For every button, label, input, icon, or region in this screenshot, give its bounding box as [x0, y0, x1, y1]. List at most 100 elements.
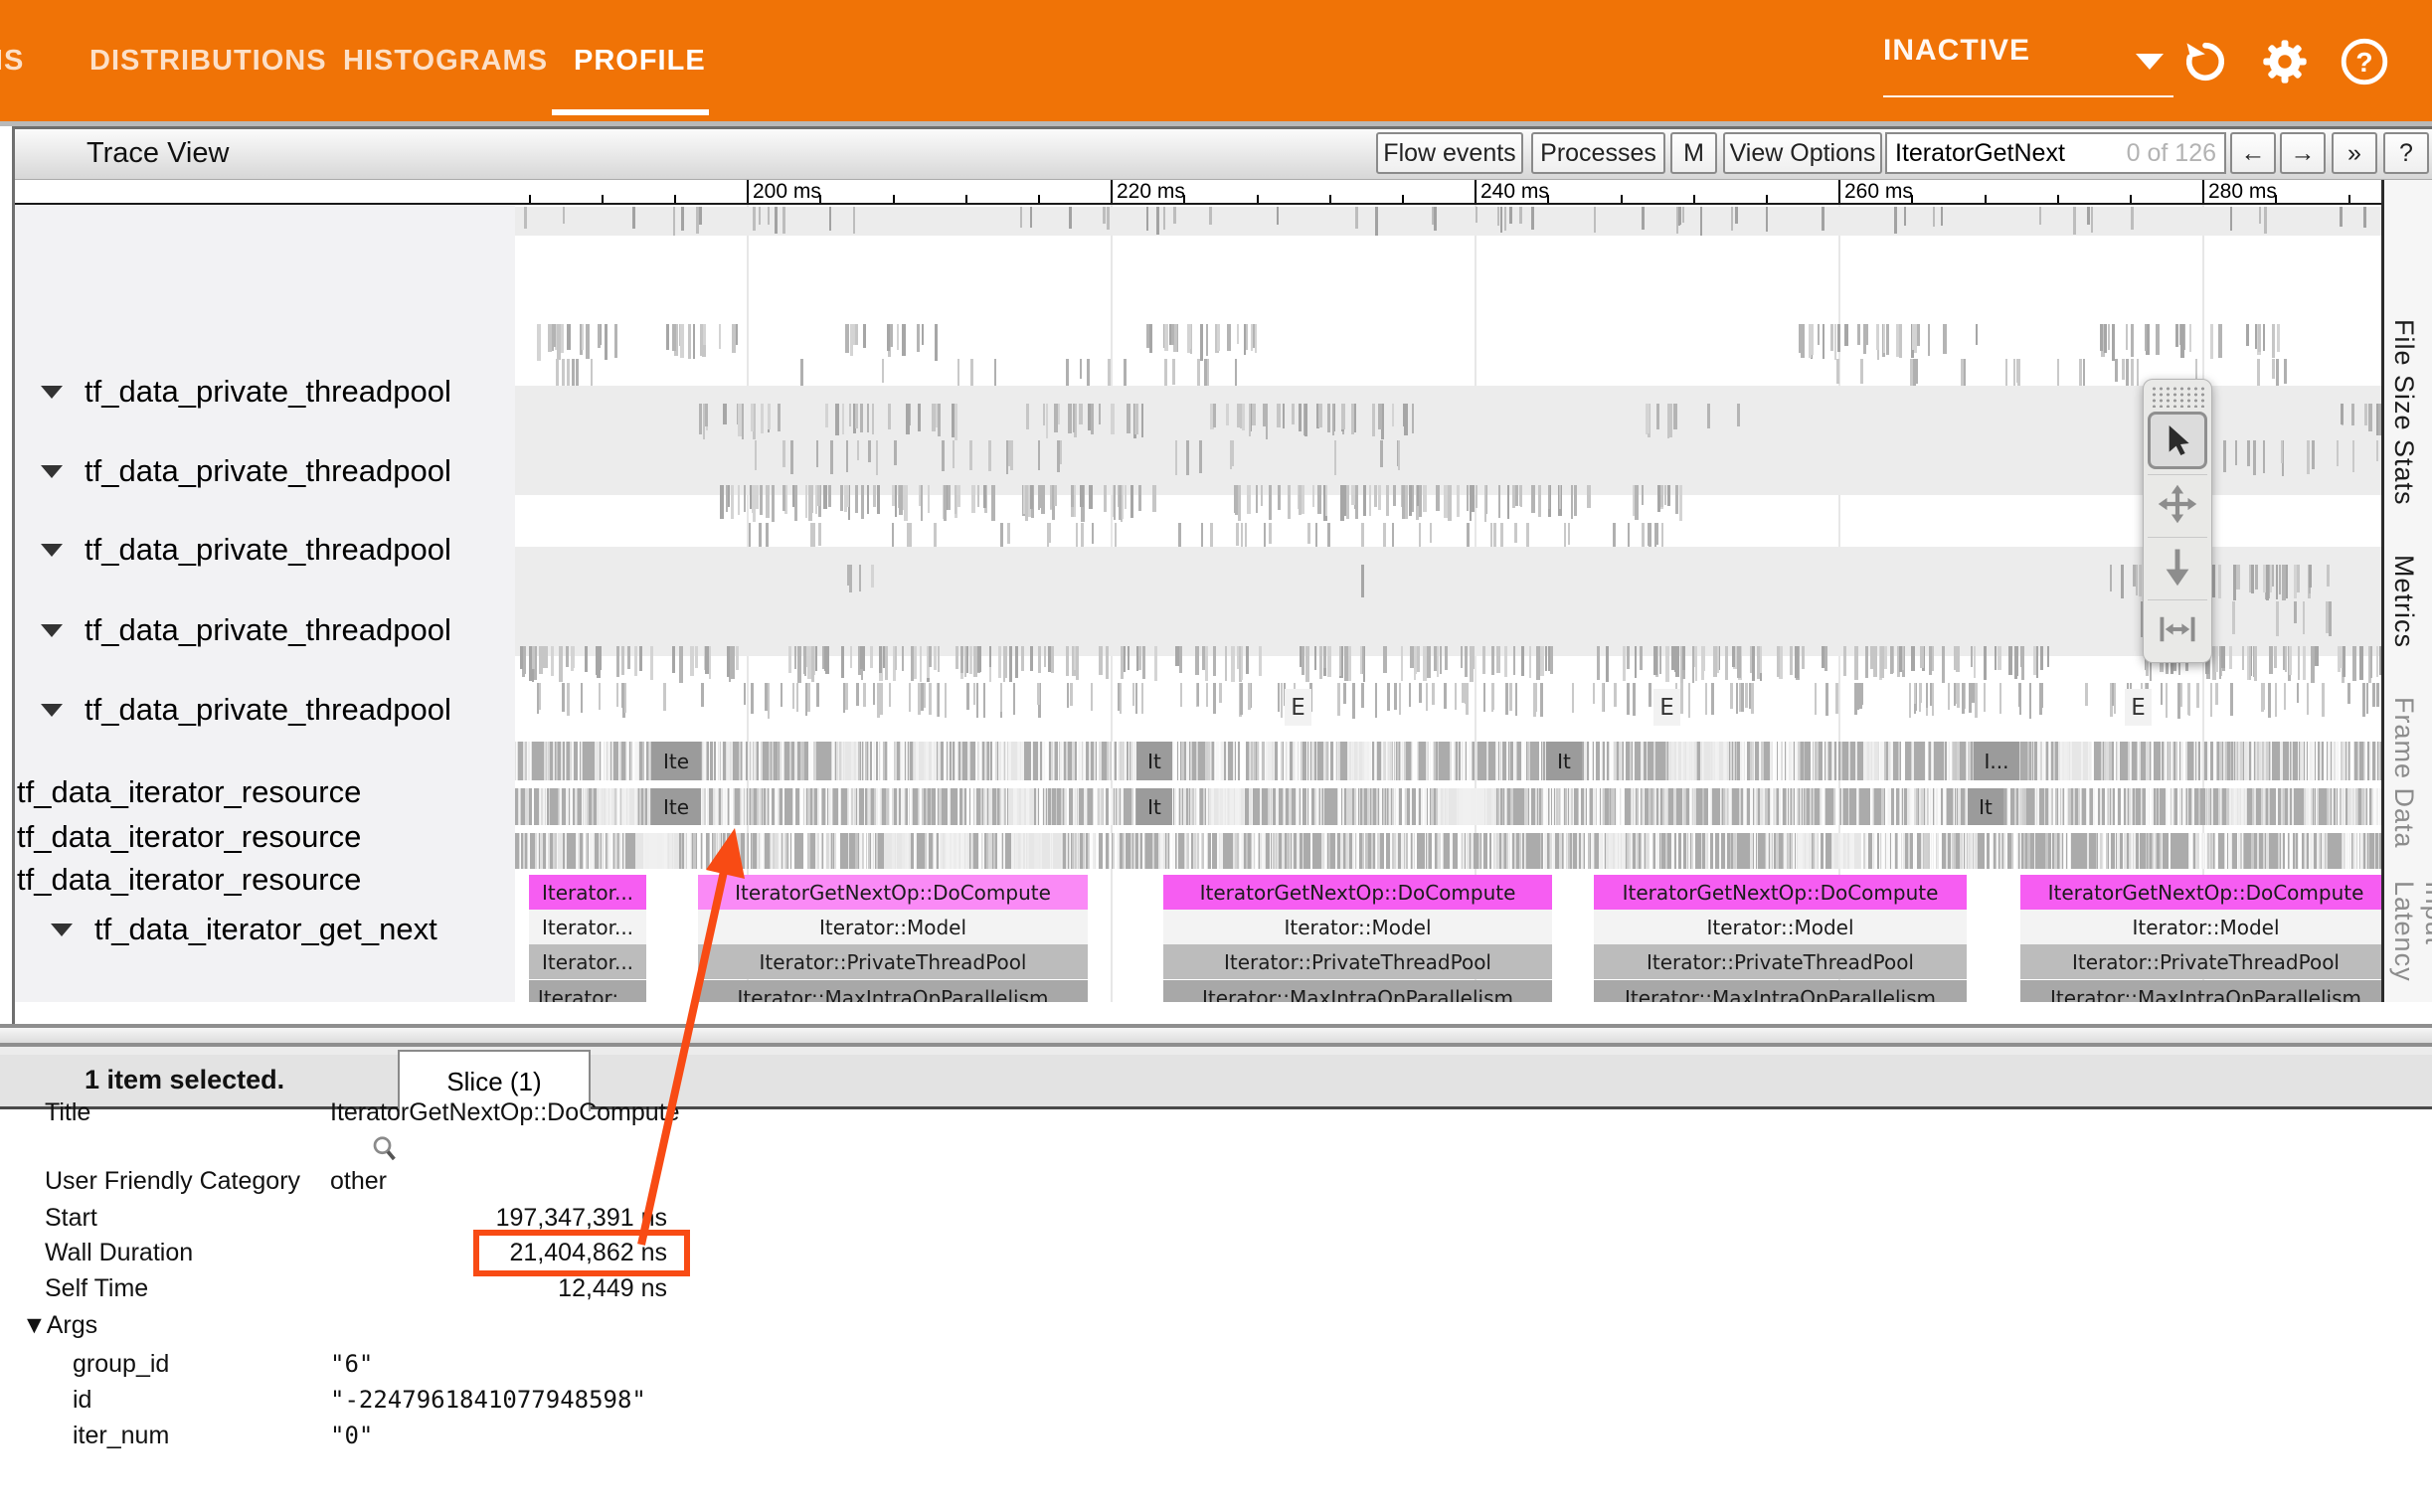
- toolbar-button-view-options[interactable]: View Options: [1723, 132, 1882, 174]
- chevron-down-icon[interactable]: [2136, 54, 2164, 70]
- slice-iterator-nested[interactable]: Iterator::PrivateThreadPool: [2020, 944, 2381, 979]
- collapse-arrow-icon[interactable]: [51, 924, 73, 936]
- trace-event-mark: [2280, 742, 2283, 780]
- slice-iterator-nested[interactable]: Iterator...: [529, 944, 646, 979]
- trace-event-mark: [1200, 324, 1203, 361]
- tab-distributions[interactable]: DISTRIBUTIONS: [89, 0, 327, 121]
- slice-label-chip[interactable]: It: [1136, 788, 1172, 825]
- async-event-badge[interactable]: E: [1285, 689, 1311, 726]
- trace-event-mark: [1437, 646, 1439, 677]
- trace-event-mark: [524, 207, 527, 229]
- gear-icon[interactable]: [2259, 36, 2311, 87]
- search-box[interactable]: IteratorGetNext 0 of 126: [1885, 132, 2226, 174]
- trace-event-mark: [1112, 788, 1114, 825]
- trace-event-mark: [1225, 646, 1228, 681]
- slice-iterator-nested[interactable]: Iterator::Model: [698, 910, 1088, 944]
- slice-label-chip[interactable]: Ite: [651, 742, 701, 780]
- slice-iterator-nested[interactable]: Iterator::MaxIntraOpParallelism: [2020, 980, 2381, 1002]
- slice-iterator-nested[interactable]: Iterator::Model: [2020, 910, 2381, 944]
- tab-profile[interactable]: PROFILE: [574, 0, 706, 121]
- trace-event-mark: [2196, 683, 2199, 708]
- trace-event-mark: [2131, 788, 2132, 825]
- trace-event-mark: [2316, 788, 2319, 825]
- slice-iterator-get-next-op[interactable]: IteratorGetNextOp::DoCompute: [1163, 875, 1552, 910]
- zoom-tool[interactable]: [2148, 537, 2207, 595]
- slice-iterator-nested[interactable]: Iterator::PrivateThreadPool: [698, 944, 1088, 979]
- side-tab-frame-data[interactable]: Frame Data: [2388, 697, 2419, 849]
- palette-grip[interactable]: [2151, 386, 2204, 408]
- slice-iterator-nested[interactable]: Iterator::Model: [1594, 910, 1967, 944]
- slice-label-chip[interactable]: It: [1136, 742, 1172, 780]
- slice-iterator-nested[interactable]: Iterator::MaxIntraOpParallelism: [1163, 980, 1552, 1002]
- toolbar-button-flow-events[interactable]: Flow events: [1376, 132, 1523, 174]
- toolbar-button-processes[interactable]: Processes: [1531, 132, 1665, 174]
- trace-canvas[interactable]: EEEIteItItI...IteItItIterator...Iterator…: [515, 205, 2381, 1002]
- slice-iterator-nested[interactable]: Iterator:...: [529, 980, 646, 1002]
- trace-event-mark: [2291, 742, 2293, 780]
- reload-icon[interactable]: [2179, 36, 2231, 87]
- collapse-arrow-icon[interactable]: [41, 386, 63, 399]
- side-tab-input-latency[interactable]: Input Latency: [2388, 881, 2432, 1002]
- find-prev-button[interactable]: ←: [2230, 132, 2276, 174]
- help-icon[interactable]: ?: [2339, 36, 2390, 87]
- shortcuts-help-button[interactable]: ?: [2383, 132, 2429, 174]
- slice-iterator-nested[interactable]: Iterator::MaxIntraOpParallelism: [698, 980, 1088, 1002]
- collapse-arrow-icon[interactable]: [41, 704, 63, 717]
- trace-event-mark: [1885, 788, 1886, 825]
- jump-button[interactable]: »: [2332, 132, 2377, 174]
- tab-graphs[interactable]: HS: [0, 0, 24, 121]
- slice-label-chip[interactable]: Ite: [651, 788, 701, 825]
- trace-event-mark: [1375, 207, 1378, 236]
- trace-event-mark: [1409, 683, 1412, 707]
- trace-event-mark: [545, 788, 546, 825]
- trace-event-mark: [1542, 742, 1543, 780]
- magnifier-icon[interactable]: [370, 1134, 400, 1164]
- trace-event-mark: [2312, 742, 2315, 780]
- async-event-badge[interactable]: E: [2125, 689, 2152, 726]
- trace-event-mark: [571, 788, 573, 825]
- trace-event-mark: [756, 485, 759, 509]
- find-next-button[interactable]: →: [2280, 132, 2326, 174]
- search-input[interactable]: IteratorGetNext: [1895, 139, 2065, 168]
- slice-iterator-nested[interactable]: Iterator...: [529, 910, 646, 944]
- slice-label-chip[interactable]: I...: [1974, 742, 2019, 780]
- slice-iterator-get-next-op[interactable]: IteratorGetNextOp::DoCompute: [2020, 875, 2381, 910]
- collapse-arrow-icon[interactable]: [41, 624, 63, 637]
- slice-label-chip[interactable]: It: [1546, 742, 1582, 780]
- args-header[interactable]: ▼Args: [22, 1311, 97, 1340]
- track-tf_data_iterator_resource-1: Ite It It I...: [515, 742, 2381, 780]
- collapse-arrow-icon[interactable]: [41, 544, 63, 557]
- slice-iterator-nested[interactable]: Iterator::Model: [1163, 910, 1552, 944]
- slice-iterator-nested[interactable]: Iterator::MaxIntraOpParallelism: [1594, 980, 1967, 1002]
- side-tab-metrics[interactable]: Metrics: [2388, 555, 2419, 648]
- async-event-badge[interactable]: E: [1653, 689, 1680, 726]
- slice-iterator-get-next-op[interactable]: IteratorGetNextOp::DoCompute: [698, 875, 1088, 910]
- trace-event-mark: [1736, 683, 1739, 714]
- selection-tool[interactable]: [2148, 412, 2207, 469]
- run-selector[interactable]: INACTIVE: [1883, 34, 2173, 89]
- slice-label-chip[interactable]: It: [1968, 788, 2003, 825]
- trace-event-mark: [1179, 742, 1180, 780]
- trace-event-mark: [1125, 485, 1127, 509]
- slice-iterator-get-next-op[interactable]: IteratorGetNextOp::DoCompute: [1594, 875, 1967, 910]
- collapse-arrow-icon[interactable]: [41, 465, 63, 478]
- toolbar-button-m[interactable]: M: [1670, 132, 1717, 174]
- trace-event-mark: [2297, 683, 2299, 703]
- slice-iterator-nested[interactable]: Iterator::PrivateThreadPool: [1594, 944, 1967, 979]
- trace-event-mark: [938, 742, 941, 780]
- trace-event-mark: [1835, 683, 1837, 714]
- slice-iterator-nested[interactable]: Iterator::PrivateThreadPool: [1163, 944, 1552, 979]
- trace-event-mark: [2294, 565, 2297, 598]
- slice-iterator-get-next-op[interactable]: Iterator...: [529, 875, 646, 910]
- trace-event-mark: [772, 485, 775, 522]
- pan-tool[interactable]: [2148, 474, 2207, 533]
- side-tab-file-size-stats[interactable]: File Size Stats: [2388, 319, 2419, 506]
- timing-tool[interactable]: [2148, 599, 2207, 658]
- trace-event-mark: [1640, 646, 1642, 670]
- trace-event-mark: [2148, 833, 2150, 869]
- trace-event-mark: [1658, 788, 1660, 825]
- trace-event-mark: [1693, 833, 1696, 869]
- tab-histograms[interactable]: HISTOGRAMS: [343, 0, 548, 121]
- trace-event-mark: [879, 646, 882, 673]
- horizontal-splitter[interactable]: [0, 1024, 2432, 1047]
